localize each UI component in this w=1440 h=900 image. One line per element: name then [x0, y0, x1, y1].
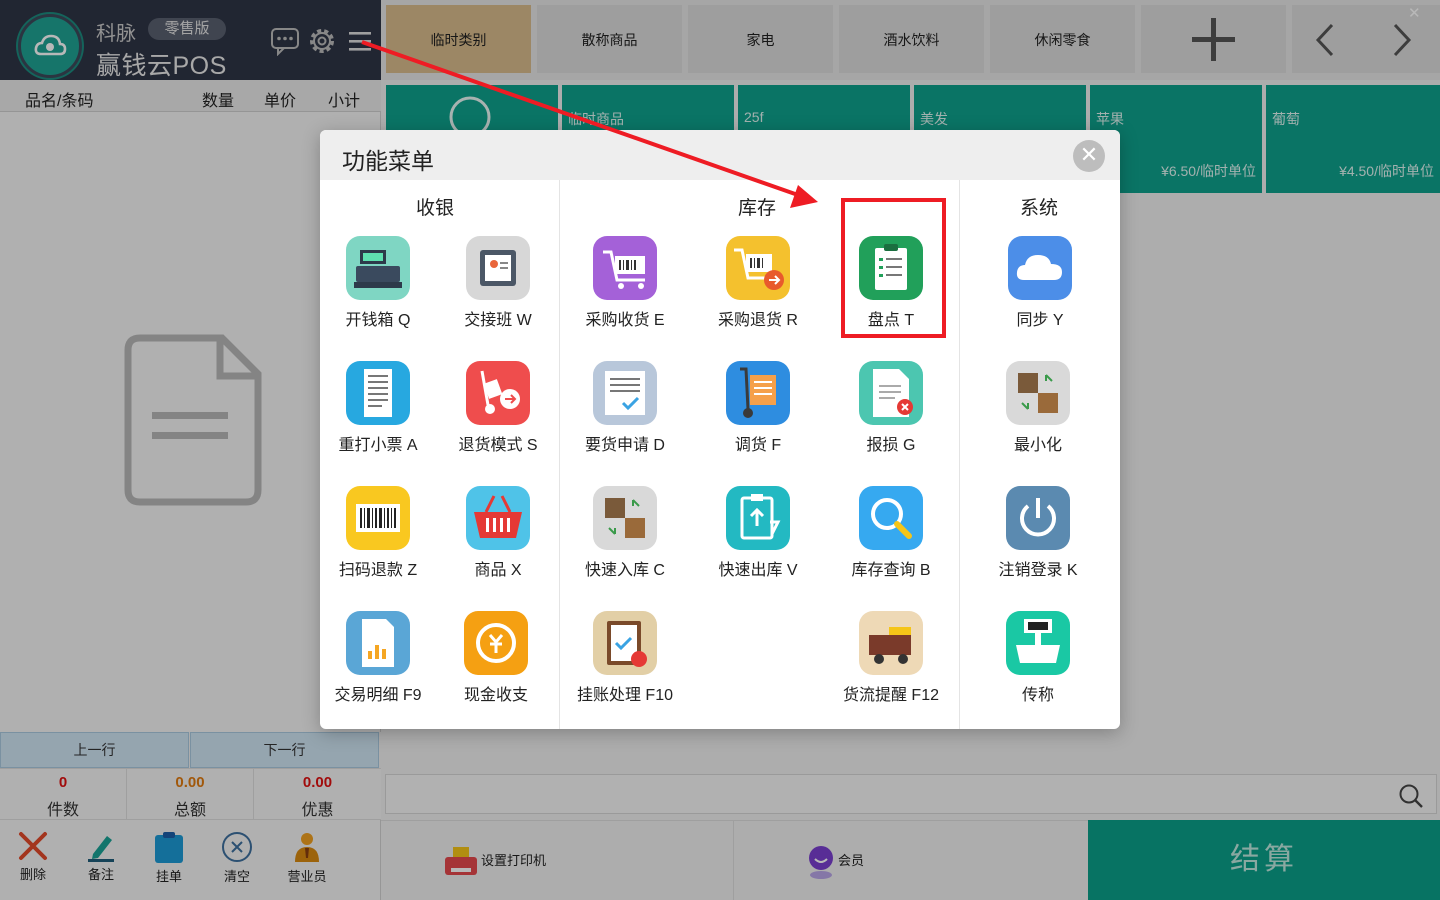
section-inventory: 库存: [738, 198, 777, 219]
magnifier-icon: [859, 486, 923, 550]
item-label: 库存查询 B: [851, 562, 931, 579]
item-label: 扫码退款 Z: [338, 562, 418, 579]
minimize-button[interactable]: 最小化: [978, 361, 1098, 455]
function-menu-dialog: 功能菜单 ✕ 收银 库存 系统 开钱箱 Q 交接班 W 采购收货 E 采购退货 …: [320, 130, 1120, 729]
item-label: 快速出库 V: [718, 562, 798, 579]
report-doc-icon: [346, 611, 410, 675]
transactions-button[interactable]: 交易明细 F9: [320, 611, 438, 705]
stock-request-button[interactable]: 要货申请 D: [565, 361, 685, 455]
goods-button[interactable]: 商品 X: [438, 486, 558, 580]
barcode-icon: [346, 486, 410, 550]
item-label: 调货 F: [734, 437, 782, 454]
minimize-boxes-icon: [1006, 361, 1070, 425]
dialog-header: [320, 130, 1120, 180]
quick-stock-in-button[interactable]: 快速入库 C: [565, 486, 685, 580]
shift-handover-icon: [466, 236, 530, 300]
trolley-return-icon: [466, 361, 530, 425]
section-system: 系统: [1020, 198, 1059, 219]
highlight-box: [841, 198, 946, 338]
section-cash: 收银: [416, 198, 455, 219]
damage-doc-icon: [859, 361, 923, 425]
power-icon: [1006, 486, 1070, 550]
receipt-icon: [346, 361, 410, 425]
damage-report-button[interactable]: 报损 G: [831, 361, 951, 455]
item-label: 退货模式 S: [458, 437, 538, 454]
item-label: 快速入库 C: [584, 562, 665, 579]
close-icon: ✕: [1079, 142, 1099, 167]
item-label: 挂账处理 F10: [576, 687, 674, 704]
cash-register-icon: [346, 236, 410, 300]
stock-query-button[interactable]: 库存查询 B: [831, 486, 951, 580]
currency-exchange-icon: [464, 611, 528, 675]
cloud-sync-icon: [1008, 236, 1072, 300]
hand-truck-icon: [726, 361, 790, 425]
stock-out-clipboard-icon: [726, 486, 790, 550]
item-label: 采购退货 R: [717, 312, 798, 329]
purchase-receive-button[interactable]: 采购收货 E: [565, 236, 685, 330]
purchase-return-button[interactable]: 采购退货 R: [698, 236, 818, 330]
stock-in-boxes-icon: [593, 486, 657, 550]
item-label: 报损 G: [866, 437, 916, 454]
item-label: 最小化: [1013, 437, 1062, 454]
basket-icon: [466, 486, 530, 550]
scale-button[interactable]: 传称: [978, 611, 1098, 705]
item-label: 现金收支: [463, 687, 528, 704]
transfer-button[interactable]: 调货 F: [698, 361, 818, 455]
open-drawer-button[interactable]: 开钱箱 Q: [320, 236, 438, 330]
item-label: 重打小票 A: [338, 437, 418, 454]
cart-return-icon: [726, 236, 790, 300]
credit-handling-button[interactable]: 挂账处理 F10: [565, 611, 685, 705]
logistics-reminder-button[interactable]: 货流提醒 F12: [831, 611, 951, 705]
request-form-icon: [593, 361, 657, 425]
logout-button[interactable]: 注销登录 K: [978, 486, 1098, 580]
item-label: 注销登录 K: [998, 562, 1078, 579]
scan-refund-button[interactable]: 扫码退款 Z: [320, 486, 438, 580]
item-label: 开钱箱 Q: [345, 312, 411, 329]
reprint-button[interactable]: 重打小票 A: [320, 361, 438, 455]
item-label: 同步 Y: [1016, 312, 1064, 329]
item-label: 要货申请 D: [584, 437, 665, 454]
item-label: 商品 X: [474, 562, 522, 579]
item-label: 传称: [1021, 687, 1054, 704]
sync-button[interactable]: 同步 Y: [980, 236, 1100, 330]
dialog-title: 功能菜单: [342, 148, 434, 174]
truck-icon: [859, 611, 923, 675]
cash-io-button[interactable]: 现金收支: [436, 611, 556, 705]
return-mode-button[interactable]: 退货模式 S: [438, 361, 558, 455]
item-label: 采购收货 E: [585, 312, 665, 329]
item-label: 货流提醒 F12: [842, 687, 940, 704]
shift-button[interactable]: 交接班 W: [438, 236, 558, 330]
cart-receive-icon: [593, 236, 657, 300]
item-label: 交易明细 F9: [334, 687, 422, 704]
scale-icon: [1006, 611, 1070, 675]
credit-clipboard-icon: [593, 611, 657, 675]
item-label: 交接班 W: [464, 312, 532, 329]
dialog-close-button[interactable]: ✕: [1073, 140, 1105, 172]
quick-stock-out-button[interactable]: 快速出库 V: [698, 486, 818, 580]
